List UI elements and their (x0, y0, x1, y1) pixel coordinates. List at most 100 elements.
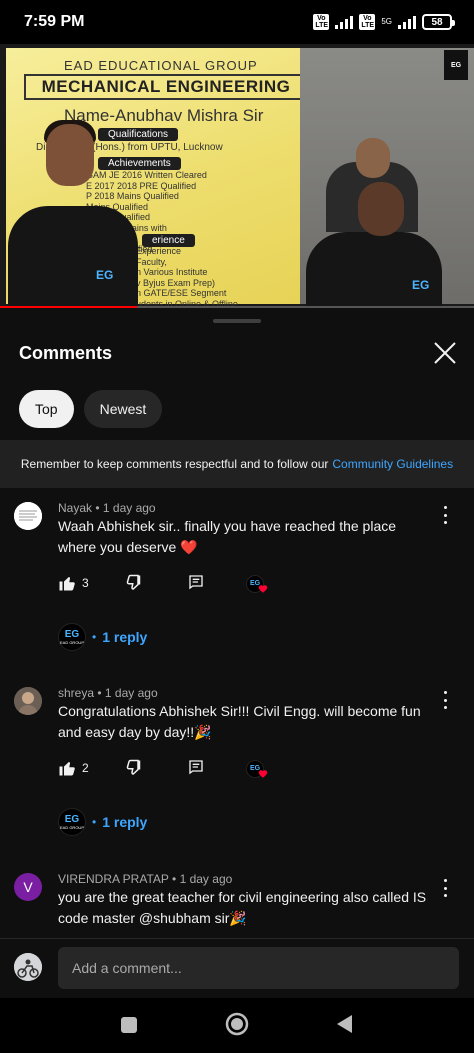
experience-list: Experience Faculty, n Various Institute … (136, 246, 238, 308)
battery-icon: 58 (422, 14, 455, 30)
shirt-logo-icon: EG (412, 278, 430, 292)
network-type: 5G (381, 17, 392, 26)
like-button[interactable]: 3 (58, 574, 89, 592)
comment-text: you are the great teacher for civil engi… (58, 889, 427, 926)
banner-org: EAD EDUCATIONAL GROUP (64, 58, 258, 73)
banner-title: MECHANICAL ENGINEERING (24, 74, 308, 100)
reply-dot: • (92, 815, 97, 829)
avatar[interactable]: V (14, 873, 42, 901)
user-avatar-icon (14, 953, 42, 981)
avatar[interactable] (14, 687, 42, 715)
comment-icon (189, 575, 203, 590)
reply-button[interactable] (188, 759, 204, 775)
video-player[interactable]: EAD EDUCATIONAL GROUP MECHANICAL ENGINEE… (0, 44, 474, 308)
dislike-button[interactable] (126, 759, 144, 777)
clock: 7:59 PM (24, 13, 85, 30)
comment-author[interactable]: shreya (58, 686, 94, 700)
comment-time: 1 day ago (102, 501, 156, 515)
replies-link[interactable]: 1 reply (102, 629, 147, 645)
creator-heart: EG (246, 574, 268, 594)
heart-icon (258, 770, 268, 778)
community-notice: Remember to keep comments respectful and… (0, 440, 474, 488)
shirt-logo-icon: EG (96, 268, 114, 282)
person-presenter (8, 206, 138, 306)
experience-item: Faculty, (136, 256, 167, 267)
battery-level: 58 (431, 16, 443, 28)
comment-meta: shreya • 1 day ago (58, 686, 158, 700)
dislike-button[interactable] (126, 574, 144, 592)
reply-dot: • (92, 630, 97, 644)
circle-icon (225, 1012, 249, 1036)
creator-heart: EG (246, 759, 268, 779)
recents-button[interactable] (120, 1016, 138, 1039)
chip-newest[interactable]: Newest (83, 390, 163, 428)
experience-item: Experience (136, 246, 182, 256)
more-options-button[interactable] (442, 506, 448, 524)
experience-item: n Various Institute (136, 267, 208, 277)
comment-time: 1 day ago (104, 686, 158, 700)
like-count: 3 (82, 576, 89, 590)
channel-logo-icon: EG (444, 50, 468, 80)
experience-item: n GATE/ESE Segment (136, 288, 227, 298)
home-button[interactable] (225, 1012, 249, 1041)
square-icon (121, 1017, 137, 1033)
person-presenter-head (46, 124, 94, 186)
avatar-image-icon (14, 687, 42, 715)
person-right (306, 232, 442, 308)
reply-button[interactable] (188, 574, 204, 590)
comments-sheet: Comments Top Newest Remember to keep com… (0, 308, 474, 938)
close-icon (434, 342, 456, 364)
avatar-image-icon (14, 502, 42, 530)
status-icons: Vo LTE Vo LTE 5G 58 (313, 14, 455, 30)
person-right-head (358, 182, 404, 236)
back-triangle-icon (337, 1015, 352, 1033)
comment-author[interactable]: VIRENDRA PRATAP (58, 872, 169, 886)
comment-meta: Nayak • 1 day ago (58, 501, 156, 515)
drag-handle[interactable] (213, 319, 261, 323)
achievement-item: E 2017 2018 PRE Qualified (86, 180, 197, 191)
like-count: 2 (82, 761, 89, 775)
achievement-item: GAM JE 2016 Written Cleared (86, 170, 207, 180)
more-options-button[interactable] (442, 691, 448, 709)
notice-text: Remember to keep comments respectful and… (20, 457, 329, 471)
experience-item: v Byjus Exam Prep) (136, 277, 216, 288)
system-nav-bar (0, 998, 474, 1053)
sheet-title: Comments (19, 343, 113, 363)
avatar[interactable] (14, 502, 42, 530)
view-replies[interactable]: EG EAD GROUP • 1 reply (58, 622, 147, 652)
replies-link[interactable]: 1 reply (102, 814, 147, 830)
view-replies[interactable]: EG EAD GROUP • 1 reply (58, 807, 147, 837)
comment-text: Congratulations Abhishek Sir!!! Civil En… (58, 703, 421, 740)
add-comment-bar (0, 938, 474, 998)
close-button[interactable] (430, 338, 460, 368)
user-avatar[interactable] (14, 953, 42, 981)
thumbs-up-icon (59, 762, 75, 776)
signal-icon (398, 15, 416, 29)
thumbs-up-icon (59, 577, 75, 591)
more-options-button[interactable] (442, 879, 448, 897)
comment-text: Waah Abhishek sir.. finally you have rea… (58, 518, 397, 555)
channel-avatar-icon: EG EAD GROUP (58, 808, 86, 836)
banner-name: Name-Anubhav Mishra Sir (64, 106, 264, 125)
sort-chips: Top Newest (19, 390, 163, 428)
status-bar: 7:59 PM Vo LTE Vo LTE 5G 58 (0, 0, 474, 44)
community-guidelines-link[interactable]: Community Guidelines (332, 457, 453, 471)
comment-meta: VIRENDRA PRATAP • 1 day ago (58, 872, 233, 886)
volte-icon: Vo LTE (313, 14, 330, 30)
volte-icon: Vo LTE (359, 14, 376, 30)
comment-author[interactable]: Nayak (58, 501, 92, 515)
signal-icon (335, 15, 354, 29)
comment-icon (189, 760, 203, 775)
add-comment-input[interactable] (58, 947, 459, 989)
back-button[interactable] (335, 1014, 353, 1039)
chip-top[interactable]: Top (19, 390, 74, 428)
heart-icon (258, 585, 268, 593)
like-button[interactable]: 2 (58, 759, 89, 777)
person-background-head (356, 138, 390, 178)
achievements-label: Achievements (98, 157, 181, 170)
channel-avatar-icon: EG EAD GROUP (58, 623, 86, 651)
achievement-item: P 2018 Mains Qualified (86, 191, 179, 201)
comment-time: 1 day ago (179, 872, 233, 886)
thumbs-down-icon (126, 759, 141, 775)
qualifications-label: Qualifications (98, 128, 179, 141)
